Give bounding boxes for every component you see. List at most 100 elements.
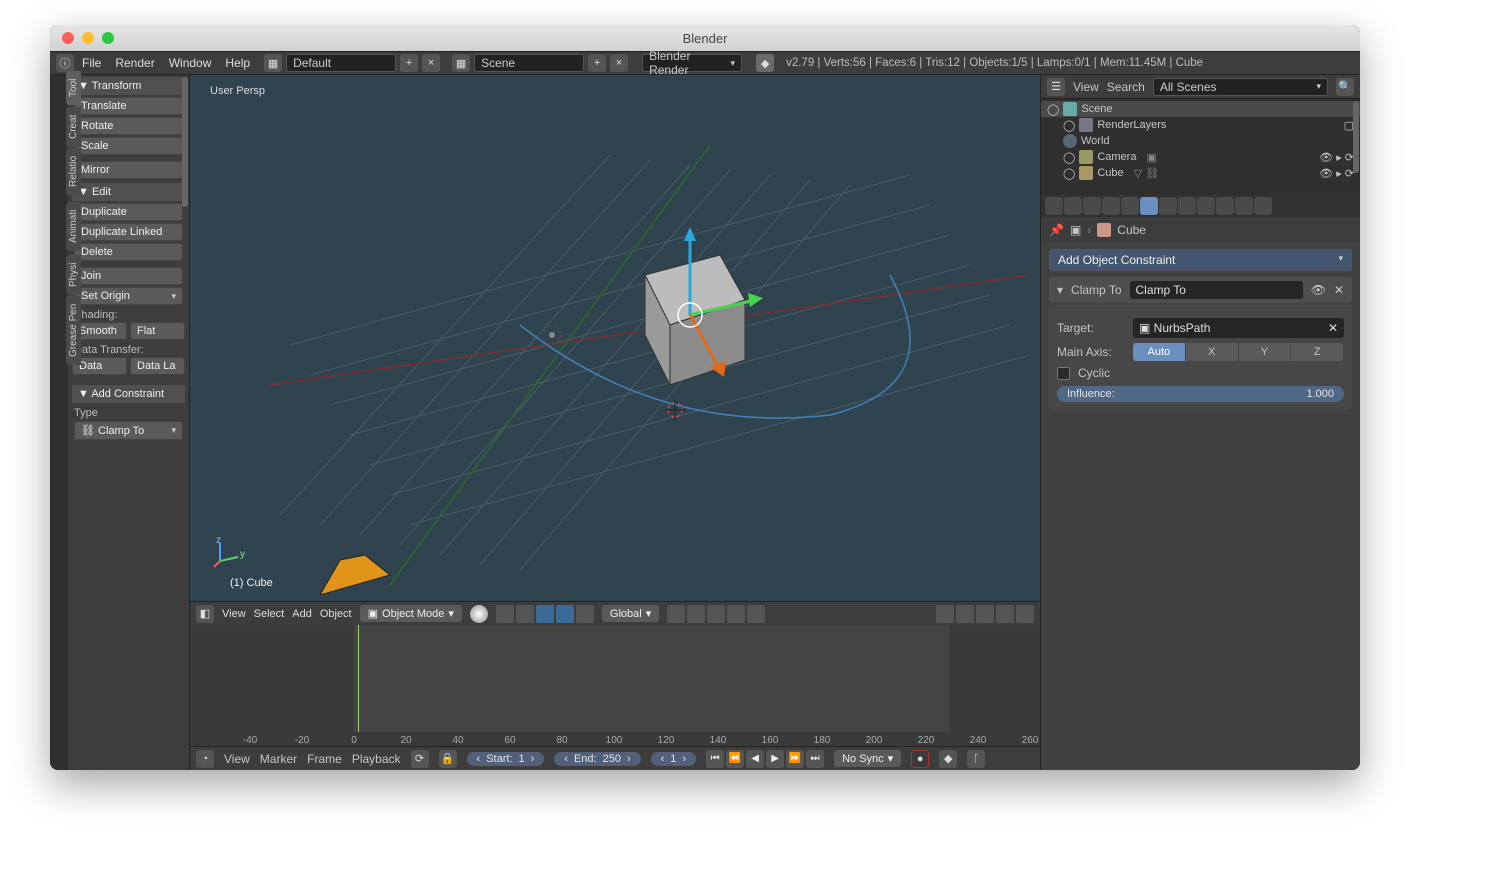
tl-view-menu[interactable]: View bbox=[224, 752, 250, 766]
tab-animation[interactable]: Animati bbox=[66, 202, 81, 251]
axis-auto[interactable]: Auto bbox=[1133, 343, 1186, 361]
keying-set-icon[interactable]: ◆ bbox=[939, 750, 957, 768]
render-anim-icon[interactable] bbox=[1016, 605, 1034, 623]
outliner-search-menu[interactable]: Search bbox=[1107, 80, 1145, 94]
influence-slider[interactable]: Influence: 1.000 bbox=[1057, 386, 1344, 402]
constraint-name-field[interactable]: Clamp To bbox=[1130, 281, 1303, 299]
render-engine-select[interactable]: Blender Render▾ bbox=[642, 54, 742, 72]
tab-render-layers[interactable] bbox=[1064, 197, 1082, 215]
proportional-edit-icon[interactable] bbox=[976, 605, 994, 623]
panel-transform[interactable]: ▼ Transform bbox=[72, 77, 185, 95]
set-origin-select[interactable]: Set Origin▾ bbox=[74, 287, 183, 305]
outliner-item-camera[interactable]: ◯Camera▣👁 ▸ ⟳ bbox=[1041, 149, 1360, 165]
tab-tools[interactable]: Tool bbox=[66, 71, 81, 105]
scale-button[interactable]: Scale bbox=[74, 137, 183, 155]
tab-relations[interactable]: Relatio bbox=[66, 148, 81, 195]
manipulator-rotate-icon[interactable] bbox=[556, 605, 574, 623]
minimize-window-icon[interactable] bbox=[82, 32, 94, 44]
timeline-canvas[interactable]: -40-200204060801001201401601802002202402… bbox=[190, 625, 1040, 746]
timeline-playhead[interactable] bbox=[358, 625, 359, 732]
jump-end-icon[interactable]: ⏭ bbox=[806, 750, 824, 768]
tab-grease-pencil[interactable]: Grease Pen bbox=[66, 296, 81, 365]
panel-add-constraint[interactable]: ▼ Add Constraint bbox=[72, 385, 185, 403]
outliner-view-menu[interactable]: View bbox=[1073, 80, 1099, 94]
insert-keyframe-icon[interactable]: ᚴ bbox=[967, 750, 985, 768]
delete-button[interactable]: Delete bbox=[74, 243, 183, 261]
close-window-icon[interactable] bbox=[62, 32, 74, 44]
outliner-scrollbar[interactable] bbox=[1353, 101, 1359, 173]
tab-create[interactable]: Creat bbox=[66, 107, 81, 147]
range-toggle-icon[interactable]: ⟳ bbox=[411, 750, 429, 768]
3d-viewport[interactable]: User Persp z y (1) Cube ◧ View Select Ad… bbox=[190, 75, 1040, 625]
manipulator-scale-icon[interactable] bbox=[576, 605, 594, 623]
screen-browse-icon[interactable]: ▦ bbox=[264, 54, 282, 72]
tab-modifiers[interactable] bbox=[1159, 197, 1177, 215]
manipulator-toggle-icon[interactable] bbox=[516, 605, 534, 623]
editor-type-outliner-icon[interactable]: ☰ bbox=[1047, 78, 1065, 96]
pivot-icon[interactable] bbox=[496, 605, 514, 623]
mute-constraint-icon[interactable]: 👁 bbox=[1311, 283, 1326, 297]
delete-constraint-icon[interactable]: ✕ bbox=[1334, 283, 1344, 297]
outliner-search-icon[interactable]: 🔍 bbox=[1336, 78, 1354, 96]
toolshelf-scrollbar[interactable] bbox=[182, 77, 188, 207]
tab-world[interactable] bbox=[1102, 197, 1120, 215]
mode-select[interactable]: ▣ Object Mode ▾ bbox=[360, 605, 462, 622]
tab-physics[interactable]: Physi bbox=[66, 255, 81, 295]
play-icon[interactable]: ▶ bbox=[766, 750, 784, 768]
view-menu[interactable]: View bbox=[222, 608, 246, 620]
menu-window[interactable]: Window bbox=[169, 56, 212, 70]
tl-marker-menu[interactable]: Marker bbox=[260, 752, 297, 766]
panel-edit[interactable]: ▼ Edit bbox=[72, 183, 185, 201]
scene-field[interactable]: Scene bbox=[474, 54, 584, 72]
layout-remove-icon[interactable]: × bbox=[422, 54, 440, 72]
add-menu[interactable]: Add bbox=[292, 608, 312, 620]
rotate-button[interactable]: Rotate bbox=[74, 117, 183, 135]
sync-mode-select[interactable]: No Sync ▾ bbox=[834, 750, 901, 767]
shade-flat-button[interactable]: Flat bbox=[130, 322, 185, 340]
play-reverse-icon[interactable]: ◀ bbox=[746, 750, 764, 768]
join-button[interactable]: Join bbox=[74, 267, 183, 285]
tab-material[interactable] bbox=[1197, 197, 1215, 215]
tab-particles[interactable] bbox=[1235, 197, 1253, 215]
shading-mode-icon[interactable] bbox=[470, 605, 488, 623]
axis-x[interactable]: X bbox=[1186, 343, 1239, 361]
select-menu[interactable]: Select bbox=[254, 608, 285, 620]
duplicate-linked-button[interactable]: Duplicate Linked bbox=[74, 223, 183, 241]
pin-icon[interactable]: 📌 bbox=[1049, 223, 1064, 237]
snap-type-icon[interactable] bbox=[956, 605, 974, 623]
zoom-window-icon[interactable] bbox=[102, 32, 114, 44]
tab-physics-prop[interactable] bbox=[1254, 197, 1272, 215]
target-field[interactable]: ▣ NurbsPath✕ bbox=[1133, 318, 1344, 338]
tab-data[interactable] bbox=[1178, 197, 1196, 215]
tab-scene[interactable] bbox=[1083, 197, 1101, 215]
outliner-display-mode[interactable]: All Scenes▾ bbox=[1153, 78, 1328, 96]
collapse-icon[interactable]: ▾ bbox=[1057, 283, 1063, 297]
scene-add-icon[interactable]: + bbox=[588, 54, 606, 72]
tab-texture[interactable] bbox=[1216, 197, 1234, 215]
tl-frame-menu[interactable]: Frame bbox=[307, 752, 342, 766]
outliner-tree[interactable]: ◯Scene ◯RenderLayers▢ World ◯Camera▣👁 ▸ … bbox=[1041, 99, 1360, 195]
lock-range-icon[interactable]: 🔒 bbox=[439, 750, 457, 768]
jump-start-icon[interactable]: ⏮ bbox=[706, 750, 724, 768]
scene-remove-icon[interactable]: × bbox=[610, 54, 628, 72]
tab-render[interactable] bbox=[1045, 197, 1063, 215]
axis-z[interactable]: Z bbox=[1291, 343, 1344, 361]
mirror-button[interactable]: Mirror bbox=[74, 161, 183, 179]
outliner-item-renderlayers[interactable]: ◯RenderLayers▢ bbox=[1041, 117, 1360, 133]
layer-buttons[interactable] bbox=[667, 605, 765, 623]
keyframe-prev-icon[interactable]: ⏪ bbox=[726, 750, 744, 768]
editor-type-icon[interactable]: ⓘ bbox=[56, 54, 74, 72]
menu-render[interactable]: Render bbox=[115, 56, 154, 70]
axis-y[interactable]: Y bbox=[1239, 343, 1292, 361]
frame-end-field[interactable]: ‹End:250› bbox=[554, 752, 640, 766]
outliner-item-scene[interactable]: ◯Scene bbox=[1041, 101, 1360, 117]
menu-file[interactable]: File bbox=[82, 56, 101, 70]
outliner-item-cube[interactable]: ◯Cube▽ ⛓👁 ▸ ⟳ bbox=[1041, 165, 1360, 181]
frame-current-field[interactable]: ‹1› bbox=[651, 752, 696, 766]
menu-help[interactable]: Help bbox=[225, 56, 250, 70]
editor-type-timeline-icon[interactable]: ◔ bbox=[196, 750, 214, 768]
keyframe-next-icon[interactable]: ⏩ bbox=[786, 750, 804, 768]
tl-playback-menu[interactable]: Playback bbox=[352, 752, 401, 766]
tab-constraints[interactable] bbox=[1140, 197, 1158, 215]
manipulator-translate-icon[interactable] bbox=[536, 605, 554, 623]
